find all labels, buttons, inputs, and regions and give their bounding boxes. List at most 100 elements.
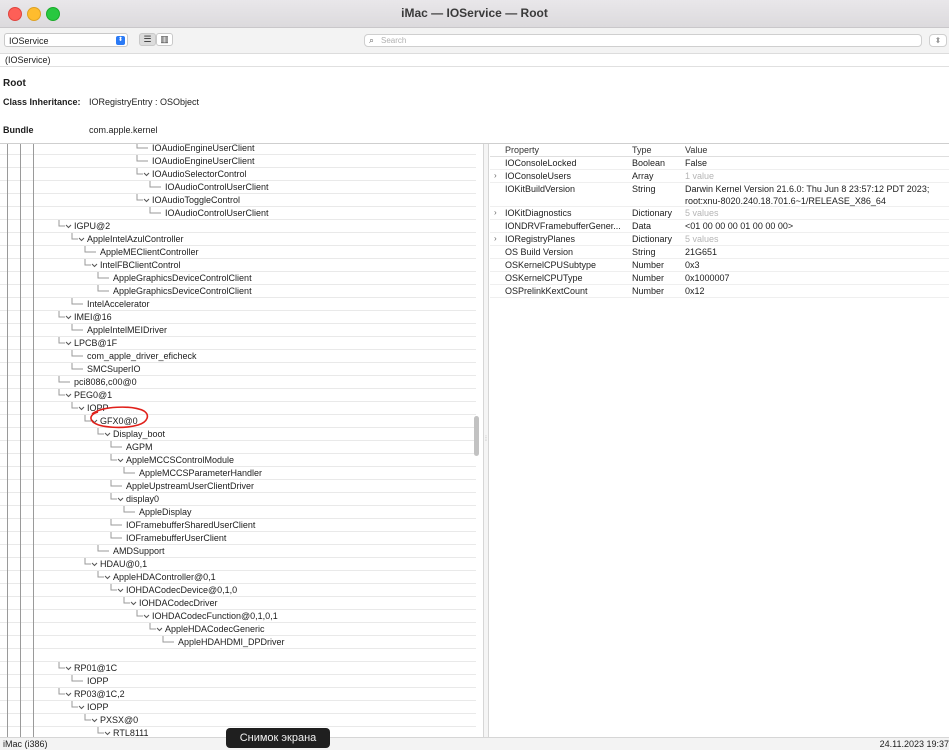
header-value[interactable]: Value: [685, 144, 707, 156]
disclosure-closed-icon[interactable]: ›: [494, 170, 497, 182]
tree-row[interactable]: IOPP: [0, 402, 476, 415]
registry-tree[interactable]: IOAudioEngineUserClient IOAudioEngineUser…: [0, 144, 482, 737]
tree-row[interactable]: AppleGraphicsDeviceControlClient: [0, 272, 476, 285]
tree-row[interactable]: AppleUpstreamUserClientDriver: [0, 480, 476, 493]
disclosure-open-icon[interactable]: [57, 688, 73, 701]
tree-row[interactable]: PXSX@0: [0, 714, 476, 727]
disclosure-open-icon[interactable]: [57, 662, 73, 675]
disclosure-open-icon[interactable]: [135, 168, 151, 181]
disclosure-open-icon[interactable]: [135, 194, 151, 207]
tree-row[interactable]: AMDSupport: [0, 545, 476, 558]
tree-node-label: IOHDACodecDriver: [139, 598, 218, 608]
header-type[interactable]: Type: [632, 144, 652, 156]
tree-row[interactable]: IOHDACodecFunction@0,1,0,1: [0, 610, 476, 623]
tree-row[interactable]: LPCB@1F: [0, 337, 476, 350]
property-row[interactable]: OSKernelCPUSubtype Number 0x3: [490, 259, 949, 272]
tree-row[interactable]: IOFramebufferUserClient: [0, 532, 476, 545]
disclosure-open-icon[interactable]: [109, 493, 125, 506]
plane-select[interactable]: IOService ⬍: [4, 33, 128, 47]
property-row[interactable]: OSPrelinkKextCount Number 0x12: [490, 285, 949, 298]
tree-row[interactable]: IOPP: [0, 701, 476, 714]
tree-row[interactable]: IMEI@16: [0, 311, 476, 324]
disclosure-open-icon[interactable]: [57, 311, 73, 324]
disclosure-open-icon[interactable]: [70, 402, 86, 415]
tree-row[interactable]: IOAudioEngineUserClient: [0, 155, 476, 168]
disclosure-open-icon[interactable]: [57, 389, 73, 402]
disclosure-open-icon[interactable]: [83, 714, 99, 727]
disclosure-open-icon[interactable]: [109, 584, 125, 597]
tree-row[interactable]: SMCSuperIO: [0, 363, 476, 376]
disclosure-open-icon[interactable]: [148, 623, 164, 636]
disclosure-open-icon[interactable]: [96, 571, 112, 584]
search-input[interactable]: [381, 35, 901, 46]
tree-row[interactable]: Display_boot: [0, 428, 476, 441]
tree-row[interactable]: RP03@1C,2: [0, 688, 476, 701]
disclosure-open-icon[interactable]: [96, 428, 112, 441]
tree-row[interactable]: PEG0@1: [0, 389, 476, 402]
tree-row[interactable]: display0: [0, 493, 476, 506]
properties-table[interactable]: Property Type Value IOConsoleLocked Boole…: [490, 144, 949, 737]
property-row[interactable]: › IOKitDiagnostics Dictionary 5 values: [490, 207, 949, 220]
tree-row[interactable]: AppleDisplay: [0, 506, 476, 519]
tree-node-label: PXSX@0: [100, 715, 139, 725]
tree-row[interactable]: IOFramebufferSharedUserClient: [0, 519, 476, 532]
property-row[interactable]: OSKernelCPUType Number 0x1000007: [490, 272, 949, 285]
tree-row[interactable]: AppleMCCSControlModule: [0, 454, 476, 467]
tree-row[interactable]: IOAudioEngineUserClient: [0, 144, 476, 155]
tree-row[interactable]: AppleIntelMEIDriver: [0, 324, 476, 337]
tree-row[interactable]: AppleIntelAzulController: [0, 233, 476, 246]
tree-guide-line: [20, 623, 21, 636]
property-row[interactable]: IONDRVFramebufferGener... Data <01 00 00 0…: [490, 220, 949, 233]
property-row[interactable]: › IOConsoleUsers Array 1 value: [490, 170, 949, 183]
property-row[interactable]: OS Build Version String 21G651: [490, 246, 949, 259]
tree-row[interactable]: IOPP: [0, 675, 476, 688]
tree-row[interactable]: pci8086,c00@0: [0, 376, 476, 389]
tree-row[interactable]: IntelFBClientControl: [0, 259, 476, 272]
tree-row[interactable]: AppleHDACodecGeneric: [0, 623, 476, 636]
tree-row[interactable]: AppleHDAHDMI_DPDriver: [0, 636, 476, 649]
disclosure-open-icon[interactable]: [57, 337, 73, 350]
tree-row[interactable]: AppleGraphicsDeviceControlClient: [0, 285, 476, 298]
tree-row[interactable]: IntelAccelerator: [0, 298, 476, 311]
tree-row[interactable]: IOHDACodecDevice@0,1,0: [0, 584, 476, 597]
search-field[interactable]: ⌕: [364, 34, 922, 47]
tree-row[interactable]: [0, 649, 476, 662]
disclosure-open-icon[interactable]: [122, 597, 138, 610]
tree-row[interactable]: IOAudioControlUserClient: [0, 207, 476, 220]
disclosure-closed-icon[interactable]: ›: [494, 233, 497, 245]
disclosure-closed-icon[interactable]: ›: [494, 207, 497, 219]
options-button[interactable]: ⬍: [929, 34, 947, 47]
tree-row[interactable]: RP01@1C: [0, 662, 476, 675]
tree-row[interactable]: GFX0@0: [0, 415, 476, 428]
header-property[interactable]: Property: [505, 144, 628, 156]
tree-guide-line: [33, 480, 34, 493]
split-divider[interactable]: ⁞: [483, 144, 489, 737]
property-row[interactable]: › IORegistryPlanes Dictionary 5 values: [490, 233, 949, 246]
tree-scrollbar[interactable]: [474, 416, 479, 456]
disclosure-open-icon[interactable]: [83, 259, 99, 272]
property-row[interactable]: IOKitBuildVersion String Darwin Kernel Ver…: [490, 183, 949, 207]
list-view-button[interactable]: ☰: [139, 33, 156, 46]
tree-row[interactable]: AppleMEClientController: [0, 246, 476, 259]
tree-guide-line: [20, 376, 21, 389]
tree-row[interactable]: AppleMCCSParameterHandler: [0, 467, 476, 480]
disclosure-open-icon[interactable]: [83, 558, 99, 571]
tree-row[interactable]: IOHDACodecDriver: [0, 597, 476, 610]
disclosure-open-icon[interactable]: [70, 701, 86, 714]
tree-row[interactable]: IGPU@2: [0, 220, 476, 233]
column-view-button[interactable]: ▥: [156, 33, 173, 46]
disclosure-open-icon[interactable]: [70, 233, 86, 246]
disclosure-open-icon[interactable]: [96, 727, 112, 737]
tree-row[interactable]: HDAU@0,1: [0, 558, 476, 571]
tree-row[interactable]: IOAudioToggleControl: [0, 194, 476, 207]
disclosure-open-icon[interactable]: [57, 220, 73, 233]
tree-row[interactable]: AppleHDAController@0,1: [0, 571, 476, 584]
tree-row[interactable]: AGPM: [0, 441, 476, 454]
tree-row[interactable]: IOAudioSelectorControl: [0, 168, 476, 181]
disclosure-open-icon[interactable]: [135, 610, 151, 623]
disclosure-open-icon[interactable]: [109, 454, 125, 467]
title-bar: iMac — IOService — Root: [0, 0, 949, 28]
tree-row[interactable]: IOAudioControlUserClient: [0, 181, 476, 194]
tree-row[interactable]: com_apple_driver_eficheck: [0, 350, 476, 363]
property-row[interactable]: IOConsoleLocked Boolean False: [490, 157, 949, 170]
